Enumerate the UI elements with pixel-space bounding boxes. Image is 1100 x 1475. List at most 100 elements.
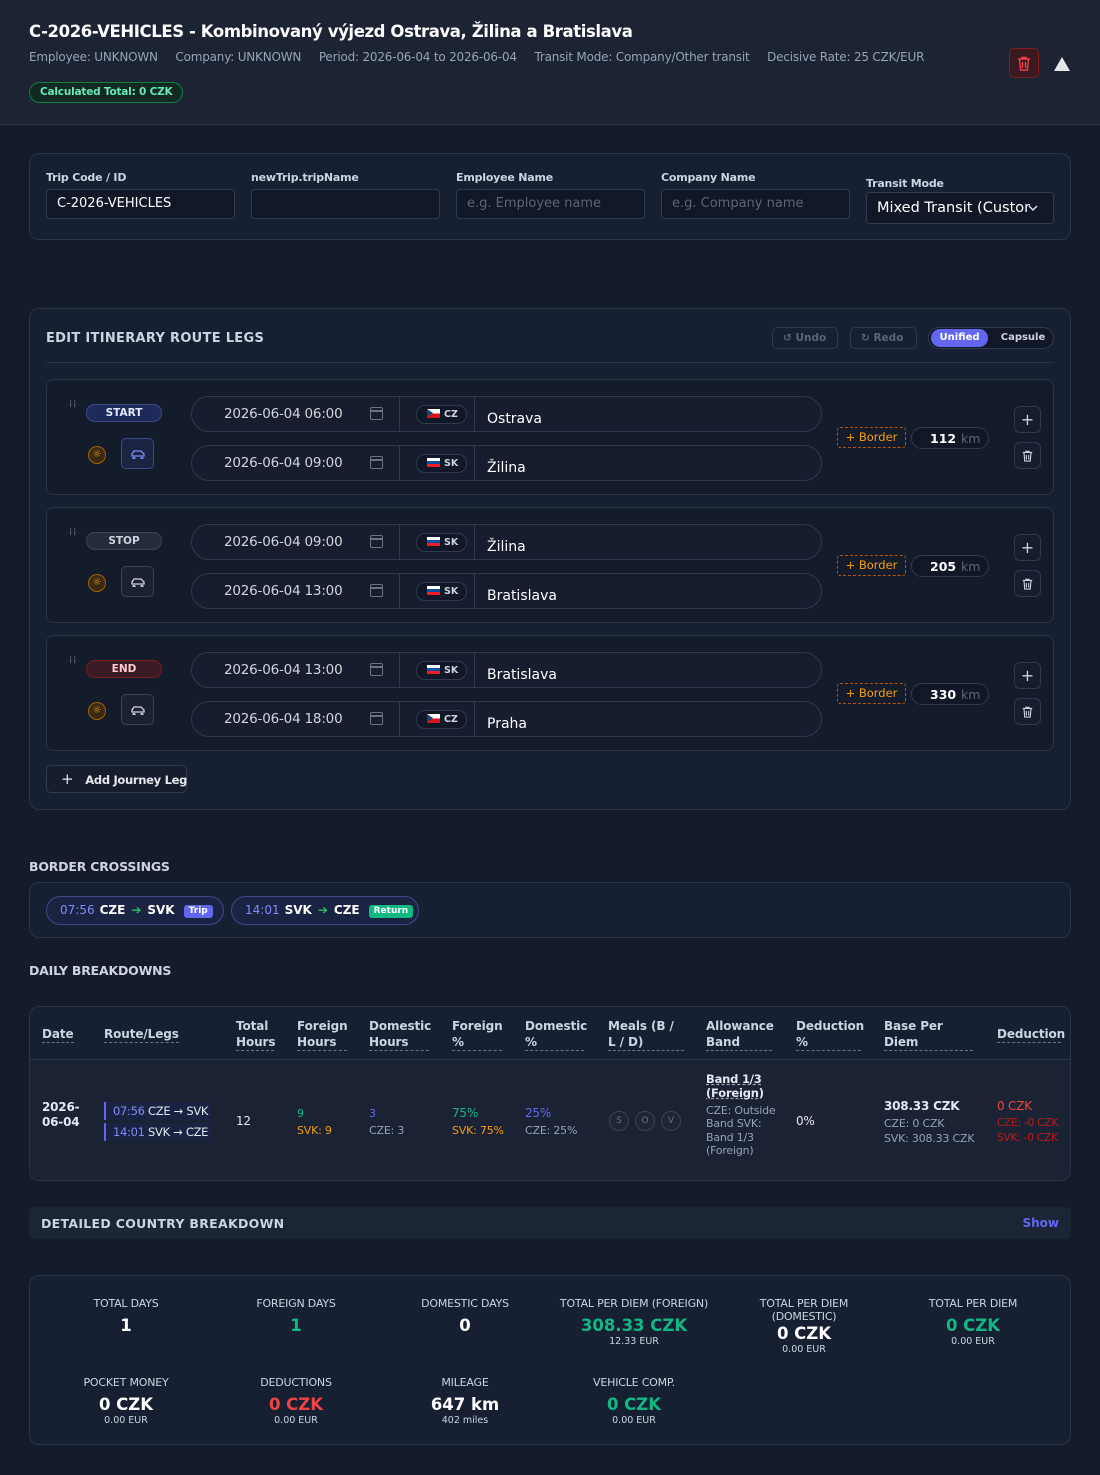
daytime-icon[interactable]: ☼ — [88, 574, 106, 592]
calendar-icon[interactable] — [370, 584, 383, 597]
col-meals[interactable]: Meals (B / L / D) — [608, 1018, 684, 1051]
country-select[interactable]: SK — [416, 661, 467, 680]
drag-handle-icon[interactable]: ⁞⁞ — [69, 656, 77, 666]
vehicle-button[interactable] — [121, 694, 154, 725]
meta-rate: Decisive Rate: 25 CZK/EUR — [767, 50, 925, 64]
employee-name-input[interactable]: e.g. Employee name — [456, 189, 645, 219]
drag-handle-icon[interactable]: ⁞⁞ — [69, 528, 77, 538]
calendar-icon[interactable] — [370, 456, 383, 469]
col-date[interactable]: Date — [42, 1026, 74, 1043]
daytime-icon[interactable]: ☼ — [88, 702, 106, 720]
stat-value: 1 — [290, 1316, 302, 1335]
meal-lunch-toggle[interactable]: O — [635, 1111, 655, 1131]
stat-label: VEHICLE COMP. — [593, 1376, 675, 1389]
stat-per-diem-domestic: TOTAL PER DIEM (DOMESTIC) 0 CZK 0.00 EUR — [714, 1297, 894, 1355]
calendar-icon[interactable] — [370, 535, 383, 548]
transit-mode-select[interactable]: Mixed Transit (Custor — [866, 192, 1054, 224]
col-foreign-pct[interactable]: Foreign % — [452, 1018, 503, 1051]
delete-trip-button[interactable] — [1009, 48, 1039, 78]
car-icon — [130, 449, 145, 459]
undo-button[interactable]: ↺ Undo — [772, 327, 838, 349]
from-city[interactable]: Ostrava — [487, 411, 542, 427]
redo-icon: ↻ — [861, 332, 870, 344]
stat-value: 1 — [120, 1316, 132, 1335]
country-select[interactable]: SK — [416, 454, 467, 473]
domestic-pct-sub: CZE: 25% — [525, 1124, 578, 1137]
daytime-icon[interactable]: ☼ — [88, 446, 106, 464]
country-select[interactable]: CZ — [416, 710, 467, 729]
distance-input[interactable]: 205 km — [911, 555, 989, 577]
add-border-button[interactable]: + Border — [837, 555, 906, 576]
daily-breakdowns-title: DAILY BREAKDOWNS — [29, 963, 172, 978]
drag-handle-icon[interactable]: ⁞⁞ — [69, 400, 77, 410]
col-deduction[interactable]: Deduction — [997, 1026, 1065, 1043]
border-crossing-item[interactable]: 14:01 SVK ➔ CZE Return — [231, 896, 419, 925]
from-datetime[interactable]: 2026-06-04 06:00 — [224, 406, 343, 422]
meta-company: Company: UNKNOWN — [175, 50, 302, 64]
country-select[interactable]: CZ — [416, 405, 467, 424]
view-unified-button[interactable]: Unified — [931, 329, 988, 347]
calendar-icon[interactable] — [370, 407, 383, 420]
col-route[interactable]: Route/Legs — [104, 1026, 179, 1043]
meal-breakfast-toggle[interactable]: S — [609, 1111, 629, 1131]
stat-total-days: TOTAL DAYS 1 — [36, 1297, 216, 1336]
show-detail-link[interactable]: Show — [1022, 1216, 1059, 1230]
stat-sub: 12.33 EUR — [609, 1336, 659, 1347]
country-select[interactable]: SK — [416, 582, 467, 601]
insert-stop-button[interactable]: + — [1014, 534, 1041, 561]
col-deduction-pct[interactable]: Deduction % — [796, 1018, 864, 1051]
to-datetime[interactable]: 2026-06-04 18:00 — [224, 711, 343, 727]
route-time: 14:01 — [113, 1125, 145, 1139]
from-city[interactable]: Žilina — [487, 539, 526, 555]
to-datetime[interactable]: 2026-06-04 13:00 — [224, 583, 343, 599]
arrow-right-icon: ➔ — [131, 903, 142, 917]
from-city[interactable]: Bratislava — [487, 667, 557, 683]
plus-icon: + — [1020, 666, 1035, 685]
col-domestic-hours[interactable]: Domestic Hours — [369, 1018, 431, 1051]
to-city[interactable]: Praha — [487, 716, 527, 732]
distance-input[interactable]: 112 km — [911, 427, 989, 449]
meta-transit: Transit Mode: Company/Other transit — [534, 50, 750, 64]
col-base-per-diem[interactable]: Base Per Diem — [884, 1018, 973, 1051]
delete-leg-button[interactable] — [1014, 442, 1041, 469]
trip-code-input[interactable]: C-2026-VEHICLES — [46, 189, 235, 219]
vehicle-button[interactable] — [121, 566, 154, 597]
cz-flag-icon — [427, 714, 440, 723]
border-crossing-item[interactable]: 07:56 CZE ➔ SVK Trip — [46, 896, 224, 925]
arrow-right-icon: ➔ — [317, 903, 328, 917]
view-capsule-button[interactable]: Capsule — [995, 329, 1051, 347]
insert-stop-button[interactable]: + — [1014, 406, 1041, 433]
col-total-hours[interactable]: Total Hours — [236, 1018, 276, 1051]
stat-sub: 0.00 EUR — [951, 1336, 995, 1347]
distance-input[interactable]: 330 km — [911, 683, 989, 705]
collapse-icon[interactable] — [1054, 57, 1070, 71]
col-allowance-band[interactable]: Allowance Band — [706, 1018, 774, 1051]
to-datetime[interactable]: 2026-06-04 09:00 — [224, 455, 343, 471]
add-journey-leg-button[interactable]: + Add Journey Leg — [46, 765, 187, 793]
trip-name-input[interactable] — [251, 189, 440, 219]
col-domestic-pct[interactable]: Domestic % — [525, 1018, 587, 1051]
insert-stop-button[interactable]: + — [1014, 662, 1041, 689]
meal-dinner-toggle[interactable]: V — [661, 1111, 681, 1131]
calendar-icon[interactable] — [370, 663, 383, 676]
col-foreign-hours[interactable]: Foreign Hours — [297, 1018, 348, 1051]
from-datetime[interactable]: 2026-06-04 13:00 — [224, 662, 343, 678]
country-select[interactable]: SK — [416, 533, 467, 552]
crossing-to: SVK — [147, 903, 175, 917]
stat-vehicle-comp: VEHICLE COMP. 0 CZK 0.00 EUR — [544, 1376, 724, 1426]
redo-button[interactable]: ↻ Redo — [850, 327, 917, 349]
add-border-button[interactable]: + Border — [837, 427, 906, 448]
delete-leg-button[interactable] — [1014, 570, 1041, 597]
to-city[interactable]: Bratislava — [487, 588, 557, 604]
detailed-country-breakdown[interactable]: DETAILED COUNTRY BREAKDOWN Show — [29, 1207, 1071, 1239]
vehicle-button[interactable] — [121, 438, 154, 469]
add-border-button[interactable]: + Border — [837, 683, 906, 704]
trip-form-card: Trip Code / ID C-2026-VEHICLES newTrip.t… — [29, 153, 1071, 240]
to-city[interactable]: Žilina — [487, 460, 526, 476]
stat-sub: 402 miles — [441, 1415, 489, 1426]
company-name-input[interactable]: e.g. Company name — [661, 189, 850, 219]
undo-icon: ↺ — [783, 332, 792, 344]
calendar-icon[interactable] — [370, 712, 383, 725]
delete-leg-button[interactable] — [1014, 698, 1041, 725]
from-datetime[interactable]: 2026-06-04 09:00 — [224, 534, 343, 550]
